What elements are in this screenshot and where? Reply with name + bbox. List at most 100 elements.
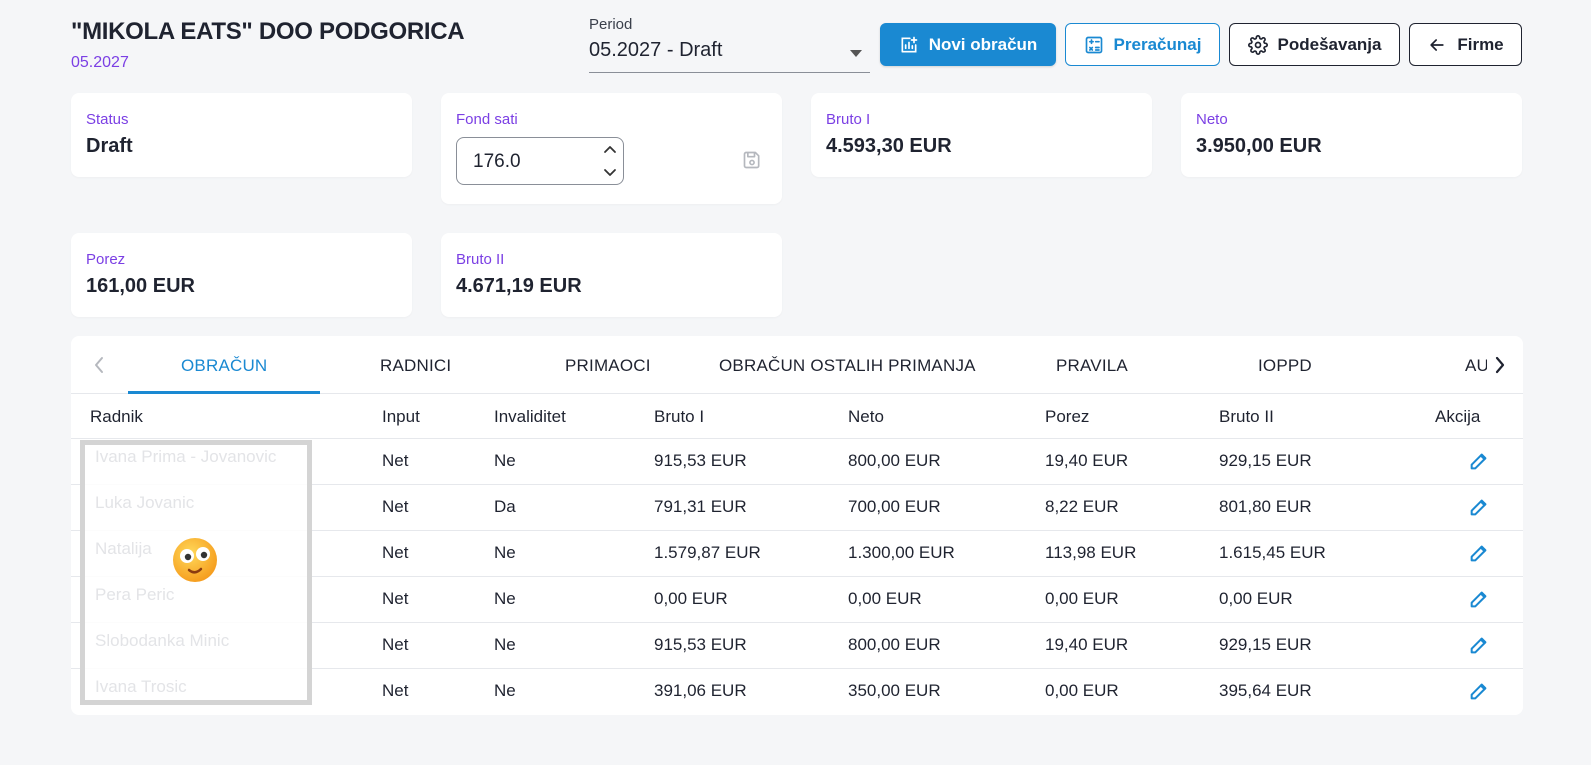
col-bruto1[interactable]: Bruto I bbox=[654, 394, 848, 438]
cell-input: Net bbox=[382, 667, 494, 714]
neto-value: 3.950,00 EUR bbox=[1196, 135, 1322, 157]
cell-porez: 0,00 EUR bbox=[1045, 575, 1219, 622]
arrow-left-icon bbox=[1430, 38, 1445, 51]
cell-invaliditet: Ne bbox=[494, 621, 654, 668]
period-subtitle: 05.2027 bbox=[71, 54, 129, 71]
cell-neto: 800,00 EUR bbox=[848, 621, 1045, 668]
redacted-names-overlay: Ivana Prima - Jovanovic Luka Jovanic Natal… bbox=[80, 440, 312, 705]
settings-button[interactable]: Podešavanja bbox=[1229, 23, 1400, 66]
neto-label: Neto bbox=[1196, 111, 1228, 128]
cell-akcija bbox=[1435, 667, 1523, 714]
tab-pravila[interactable]: PRAVILA bbox=[1056, 356, 1128, 376]
pencil-icon[interactable] bbox=[1468, 680, 1490, 702]
cell-akcija bbox=[1435, 621, 1523, 668]
pencil-icon[interactable] bbox=[1468, 634, 1490, 656]
tab-radnici[interactable]: RADNICI bbox=[380, 356, 451, 376]
cell-invaliditet: Ne bbox=[494, 529, 654, 576]
new-calculation-label: Novi obračun bbox=[928, 34, 1038, 54]
period-select-value[interactable]: 05.2027 - Draft bbox=[589, 39, 870, 62]
cell-invaliditet: Ne bbox=[494, 575, 654, 622]
edit-button[interactable] bbox=[1468, 634, 1490, 656]
back-label: Firme bbox=[1457, 34, 1504, 54]
edit-button[interactable] bbox=[1468, 681, 1490, 700]
tab-obracun[interactable]: OBRAČUN bbox=[181, 356, 267, 376]
recalculate-button[interactable]: Preračunaj bbox=[1065, 23, 1220, 66]
edit-button[interactable] bbox=[1468, 542, 1490, 564]
period-select[interactable]: Period 05.2027 - Draft bbox=[589, 16, 870, 73]
cell-bruto1: 791,31 EUR bbox=[654, 483, 848, 530]
company-title: "MIKOLA EATS" DOO PODGORICA bbox=[71, 18, 465, 45]
table-header-row: Radnik Input Invaliditet Bruto I Neto Po… bbox=[71, 394, 1523, 438]
chevron-left-icon[interactable] bbox=[89, 354, 109, 376]
tab-au[interactable]: AU bbox=[1465, 356, 1487, 376]
cell-neto: 800,00 EUR bbox=[848, 437, 1045, 484]
fond-sati-input[interactable]: 176.0 bbox=[456, 137, 624, 185]
recalculate-label: Preračunaj bbox=[1113, 34, 1202, 54]
floppy-disk-icon[interactable] bbox=[742, 150, 762, 170]
cell-akcija bbox=[1435, 437, 1523, 484]
cell-akcija bbox=[1435, 575, 1523, 622]
new-calculation-button[interactable]: Novi obračun bbox=[880, 23, 1056, 66]
cell-invaliditet: Da bbox=[494, 483, 654, 530]
col-invaliditet[interactable]: Invaliditet bbox=[494, 394, 654, 438]
cell-porez: 19,40 EUR bbox=[1045, 437, 1219, 484]
col-radnik[interactable]: Radnik bbox=[71, 394, 382, 438]
cell-bruto2: 929,15 EUR bbox=[1219, 621, 1435, 668]
cell-input: Net bbox=[382, 483, 494, 530]
status-label: Status bbox=[86, 111, 129, 128]
pencil-icon[interactable] bbox=[1468, 450, 1490, 472]
cell-neto: 1.300,00 EUR bbox=[848, 529, 1045, 576]
cell-porez: 8,22 EUR bbox=[1045, 483, 1219, 530]
redacted-name: Luka Jovanic bbox=[95, 493, 195, 512]
edit-button[interactable] bbox=[1468, 496, 1490, 518]
cell-porez: 0,00 EUR bbox=[1045, 667, 1219, 714]
pencil-icon[interactable] bbox=[1468, 588, 1490, 610]
porez-card: Porez 161,00 EUR bbox=[71, 233, 412, 317]
cell-invaliditet: Ne bbox=[494, 667, 654, 714]
redacted-name: Pera Peric bbox=[95, 585, 175, 604]
cell-akcija bbox=[1435, 529, 1523, 576]
neto-card: Neto 3.950,00 EUR bbox=[1181, 93, 1522, 177]
cell-bruto1: 915,53 EUR bbox=[654, 621, 848, 668]
col-input[interactable]: Input bbox=[382, 394, 494, 438]
bruto2-value: 4.671,19 EUR bbox=[456, 275, 582, 297]
fond-sati-value[interactable]: 176.0 bbox=[473, 151, 521, 173]
status-card: Status Draft bbox=[71, 93, 412, 177]
cell-bruto1: 915,53 EUR bbox=[654, 437, 848, 484]
cell-bruto1: 0,00 EUR bbox=[654, 575, 848, 622]
cell-neto: 0,00 EUR bbox=[848, 575, 1045, 622]
chart-plus-icon bbox=[901, 36, 918, 53]
col-porez[interactable]: Porez bbox=[1045, 394, 1219, 438]
edit-button[interactable] bbox=[1468, 588, 1490, 610]
col-akcija: Akcija bbox=[1435, 406, 1481, 426]
cell-bruto2: 929,15 EUR bbox=[1219, 437, 1435, 484]
tab-primaoci[interactable]: PRIMAOCI bbox=[565, 356, 651, 376]
redacted-name: Ivana Prima - Jovanovic bbox=[95, 447, 277, 466]
cell-bruto2: 0,00 EUR bbox=[1219, 575, 1435, 622]
bruto2-card: Bruto II 4.671,19 EUR bbox=[441, 233, 782, 317]
chevron-right-icon[interactable] bbox=[1490, 354, 1510, 376]
cell-porez: 113,98 EUR bbox=[1045, 529, 1219, 576]
tab-obracun-ostalih-primanja[interactable]: OBRAČUN OSTALIH PRIMANJA bbox=[719, 356, 976, 376]
edit-button[interactable] bbox=[1468, 450, 1490, 472]
bruto1-card: Bruto I 4.593,30 EUR bbox=[811, 93, 1152, 177]
caret-down-icon[interactable] bbox=[850, 50, 862, 57]
cell-akcija bbox=[1435, 483, 1523, 530]
col-neto[interactable]: Neto bbox=[848, 394, 1045, 438]
cell-bruto2: 395,64 EUR bbox=[1219, 667, 1435, 714]
active-tab-indicator bbox=[128, 391, 320, 394]
tab-ioppd[interactable]: IOPPD bbox=[1258, 356, 1312, 376]
pencil-icon[interactable] bbox=[1468, 542, 1490, 564]
col-bruto2[interactable]: Bruto II bbox=[1219, 394, 1435, 438]
back-to-companies-button[interactable]: Firme bbox=[1409, 23, 1522, 66]
cell-bruto2: 1.615,45 EUR bbox=[1219, 529, 1435, 576]
cell-neto: 350,00 EUR bbox=[848, 667, 1045, 714]
pencil-icon[interactable] bbox=[1468, 496, 1490, 518]
cell-input: Net bbox=[382, 437, 494, 484]
cell-porez: 19,40 EUR bbox=[1045, 621, 1219, 668]
cell-input: Net bbox=[382, 529, 494, 576]
smiley-emoji-icon bbox=[173, 538, 217, 582]
settings-label: Podešavanja bbox=[1277, 34, 1382, 54]
stepper-icon[interactable] bbox=[603, 142, 617, 180]
redacted-name: Natalija bbox=[95, 539, 152, 558]
